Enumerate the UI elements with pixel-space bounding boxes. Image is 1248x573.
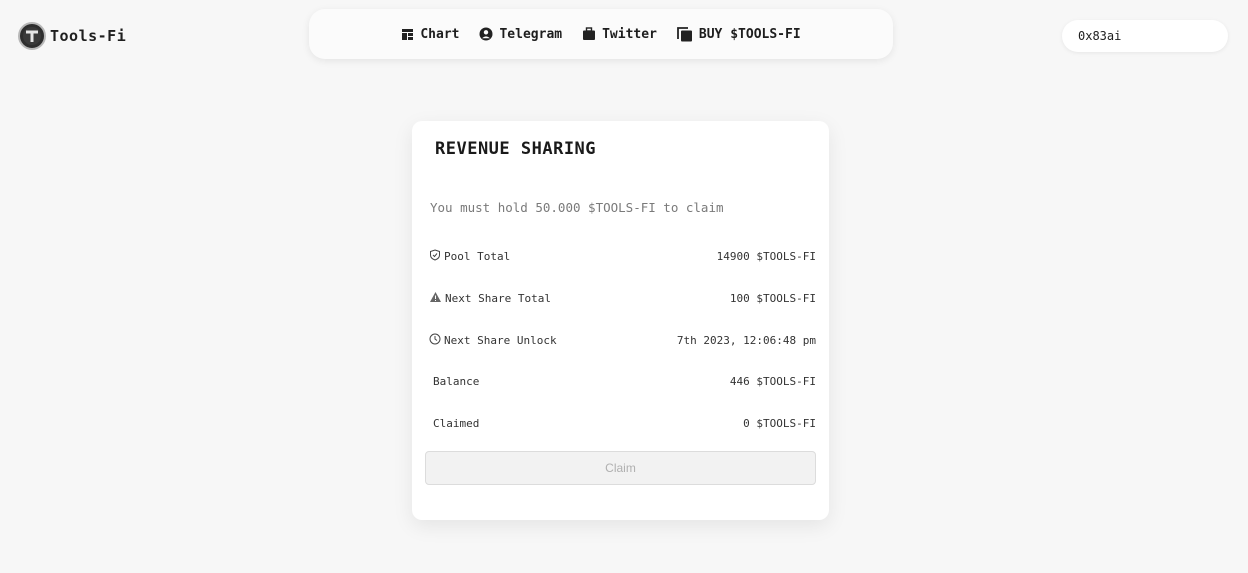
revenue-sharing-card: REVENUE SHARING You must hold 50.000 $TO… (412, 121, 829, 520)
wallet-address: 0x83ai (1078, 29, 1122, 43)
next-share-unlock-row: Next Share Unlock 7th 2023, 12:06:48 pm (429, 333, 816, 348)
claimed-label: Claimed (433, 417, 480, 430)
nav-telegram-link[interactable]: Telegram (479, 27, 562, 42)
top-navbar: Chart Telegram Twitter BUY $TOOLS-FI (309, 9, 893, 59)
nav-buy-label: BUY $TOOLS-FI (698, 26, 801, 42)
next-share-total-value: 100 $TOOLS-FI (729, 292, 816, 305)
warning-triangle-icon (429, 291, 442, 306)
logo-icon (18, 22, 46, 50)
clock-icon (429, 333, 441, 348)
next-share-total-label: Next Share Total (445, 292, 551, 305)
hold-requirement-notice: You must hold 50.000 $TOOLS-FI to claim (430, 200, 724, 215)
pool-total-value: 14900 $TOOLS-FI (716, 250, 816, 263)
nav-buy-link[interactable]: BUY $TOOLS-FI (677, 26, 801, 42)
chart-icon (401, 28, 414, 41)
next-share-unlock-label: Next Share Unlock (444, 334, 557, 347)
claimed-row: Claimed 0 $TOOLS-FI (429, 417, 816, 430)
brand-name: Tools-Fi (50, 27, 127, 45)
balance-label: Balance (433, 375, 480, 388)
nav-twitter-label: Twitter (602, 26, 657, 42)
balance-value: 446 $TOOLS-FI (729, 375, 816, 388)
user-circle-icon (479, 27, 493, 41)
briefcase-icon (582, 27, 596, 41)
brand[interactable]: Tools-Fi (18, 22, 126, 50)
claim-button[interactable]: Claim (425, 451, 816, 485)
next-share-total-row: Next Share Total 100 $TOOLS-FI (429, 291, 816, 306)
pool-total-row: Pool Total 14900 $TOOLS-FI (429, 249, 816, 264)
claimed-value: 0 $TOOLS-FI (743, 417, 816, 430)
nav-telegram-label: Telegram (499, 26, 563, 42)
next-share-unlock-value: 7th 2023, 12:06:48 pm (676, 334, 816, 347)
pool-total-label: Pool Total (444, 250, 511, 263)
shield-icon (429, 249, 441, 264)
nav-chart-label: Chart (420, 26, 460, 42)
balance-row: Balance 446 $TOOLS-FI (429, 375, 816, 388)
wallet-address-button[interactable]: 0x83ai (1062, 20, 1228, 52)
card-title: REVENUE SHARING (435, 139, 597, 159)
nav-twitter-link[interactable]: Twitter (582, 27, 657, 42)
copy-icon (677, 26, 693, 42)
nav-chart-link[interactable]: Chart (401, 27, 459, 42)
